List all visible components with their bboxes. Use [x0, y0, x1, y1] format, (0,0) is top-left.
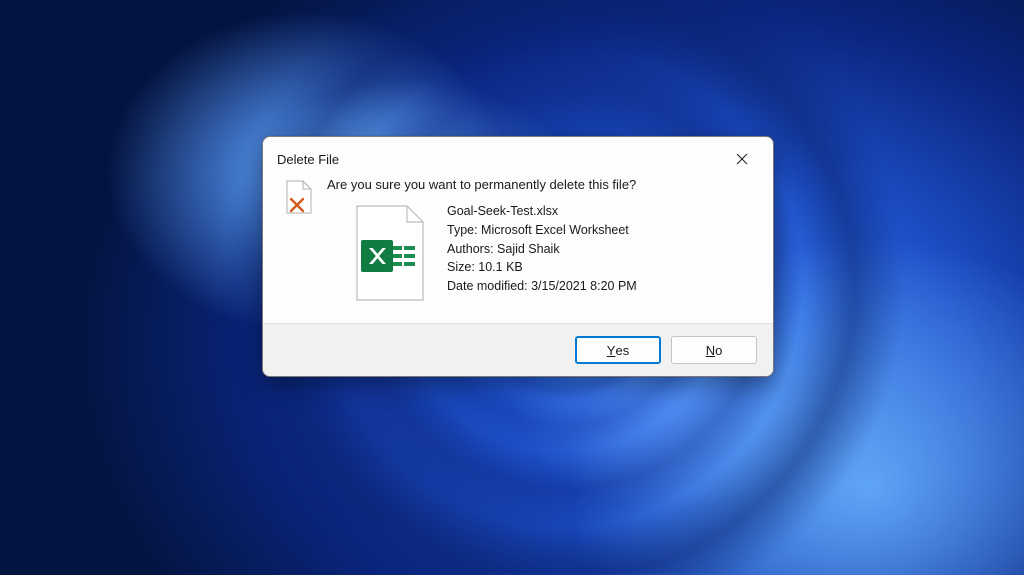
dialog-title-bar[interactable]: Delete File: [263, 137, 773, 173]
close-icon: [736, 153, 748, 165]
file-authors: Authors: Sajid Shaik: [447, 240, 753, 259]
dialog-body: Are you sure you want to permanently del…: [263, 173, 773, 323]
dialog-title: Delete File: [277, 152, 339, 167]
delete-file-dialog: Delete File Are you sure you want to per…: [262, 136, 774, 377]
yes-button[interactable]: Yes: [575, 336, 661, 364]
dialog-button-bar: Yes No: [263, 323, 773, 376]
file-type: Type: Microsoft Excel Worksheet: [447, 221, 753, 240]
file-modified: Date modified: 3/15/2021 8:20 PM: [447, 277, 753, 296]
file-name: Goal-Seek-Test.xlsx: [447, 202, 753, 221]
no-button[interactable]: No: [671, 336, 757, 364]
dialog-content: Are you sure you want to permanently del…: [327, 177, 753, 309]
confirmation-question: Are you sure you want to permanently del…: [327, 177, 753, 192]
file-info-row: Goal-Seek-Test.xlsx Type: Microsoft Exce…: [327, 202, 753, 309]
excel-file-icon: [351, 202, 429, 309]
file-size: Size: 10.1 KB: [447, 258, 753, 277]
delete-warning-icon: [283, 177, 315, 309]
file-details: Goal-Seek-Test.xlsx Type: Microsoft Exce…: [447, 202, 753, 309]
close-button[interactable]: [725, 145, 759, 173]
